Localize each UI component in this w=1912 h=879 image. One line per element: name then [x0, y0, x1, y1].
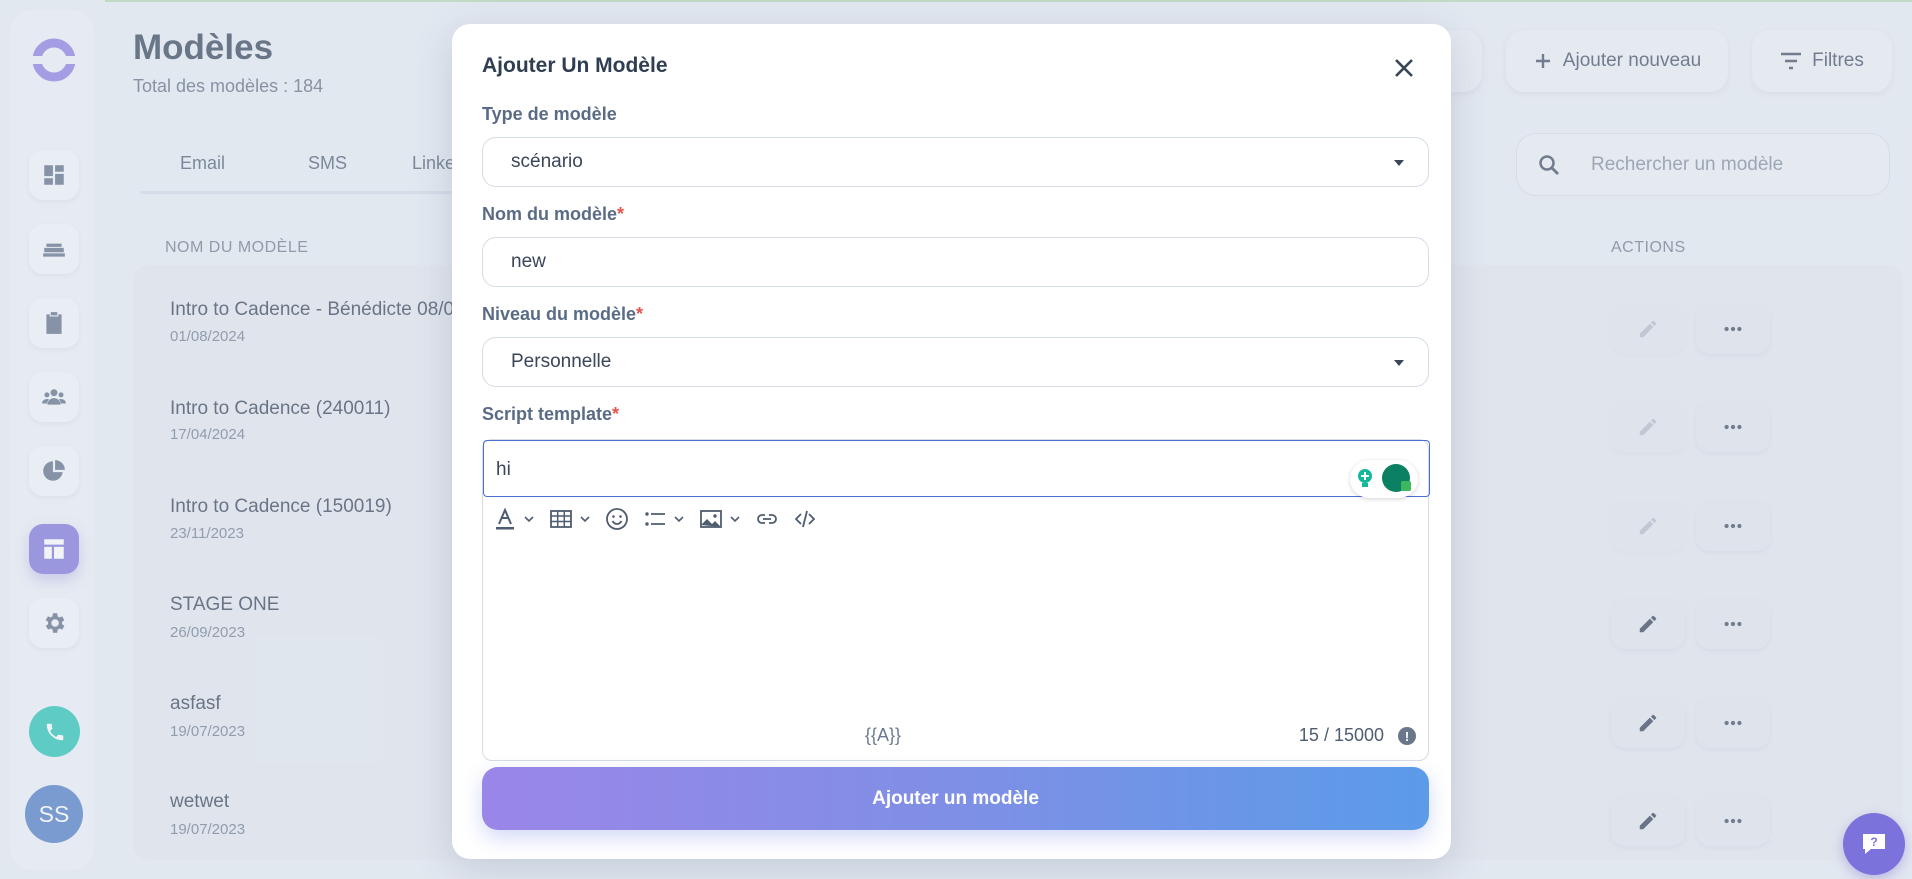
name-input[interactable]: new — [482, 237, 1429, 287]
type-label: Type de modèle — [482, 104, 617, 124]
type-value: scénario — [511, 151, 583, 172]
close-button[interactable] — [1386, 50, 1422, 86]
table-tool[interactable] — [549, 507, 591, 531]
required-mark: * — [636, 304, 644, 324]
image-tool[interactable] — [699, 507, 741, 531]
svg-text:?: ? — [1870, 835, 1877, 849]
required-mark: * — [617, 204, 625, 224]
type-select[interactable]: scénario — [482, 137, 1429, 187]
lightbulb-icon — [1358, 469, 1373, 487]
required-mark: * — [612, 404, 620, 424]
table-icon — [550, 510, 572, 528]
chevron-down-icon — [1394, 160, 1404, 166]
chevron-down-icon — [580, 516, 590, 523]
script-editor: hi {{A}} 15 / 15000 ! — [482, 439, 1430, 761]
script-label: Script template* — [482, 404, 620, 424]
code-icon — [794, 510, 816, 528]
chat-help-icon: ? — [1863, 834, 1885, 854]
modal-title: Ajouter Un Modèle — [482, 54, 668, 77]
info-icon[interactable]: ! — [1398, 727, 1416, 745]
add-template-submit-button[interactable]: Ajouter un modèle — [482, 767, 1429, 830]
add-template-modal: Ajouter Un Modèle Type de modèle scénari… — [452, 24, 1451, 859]
chevron-down-icon — [674, 516, 684, 523]
grammar-assistant[interactable] — [1350, 460, 1418, 498]
variable-insert-button[interactable]: {{A}} — [865, 725, 901, 746]
code-tool[interactable] — [793, 507, 817, 531]
emoji-tool[interactable] — [605, 507, 629, 531]
char-counter: 15 / 15000 — [1298, 725, 1384, 745]
link-icon — [757, 514, 777, 524]
chevron-down-icon — [524, 516, 534, 523]
help-chat-button[interactable]: ? — [1843, 813, 1905, 875]
image-icon — [700, 510, 722, 528]
name-value: new — [511, 251, 546, 272]
bulleted-list-icon — [645, 512, 665, 526]
name-label: Nom du modèle* — [482, 204, 625, 224]
level-select[interactable]: Personnelle — [482, 337, 1429, 387]
grammarly-icon — [1381, 464, 1411, 492]
chevron-down-icon — [1394, 360, 1404, 366]
text-color-icon — [496, 507, 514, 530]
editor-toolbar — [493, 502, 831, 536]
text-color-tool[interactable] — [493, 507, 535, 531]
chevron-down-icon — [730, 516, 740, 523]
close-icon — [1395, 59, 1413, 77]
emoji-icon — [606, 508, 628, 530]
script-editor-input[interactable]: hi — [483, 440, 1430, 497]
level-value: Personnelle — [511, 351, 612, 372]
level-label: Niveau du modèle* — [482, 304, 644, 324]
list-tool[interactable] — [643, 507, 685, 531]
link-tool[interactable] — [755, 507, 779, 531]
